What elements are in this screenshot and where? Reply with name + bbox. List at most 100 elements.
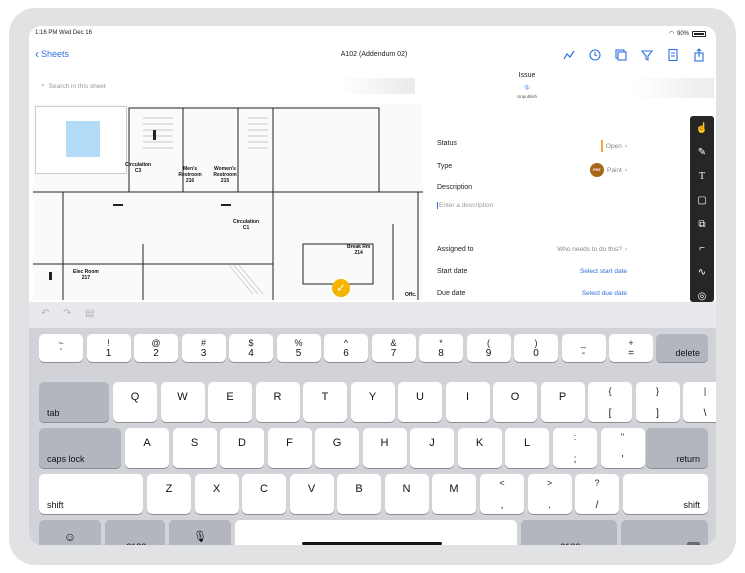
key-b[interactable]: B (337, 474, 381, 514)
tab-key[interactable]: tab (39, 382, 109, 422)
hide-keyboard-key[interactable]: ⌨ (621, 520, 708, 545)
assigned-value[interactable]: Who needs to do this? › (557, 246, 627, 253)
issue-pin-checkmark-icon[interactable]: ✓ (332, 279, 350, 297)
key-g[interactable]: G (315, 428, 359, 468)
key-top-label: ~ (58, 338, 64, 348)
callout-icon[interactable]: ⌐ (695, 242, 709, 256)
key-i[interactable]: I (445, 382, 490, 422)
shapes-icon[interactable]: ⧉ (695, 218, 709, 232)
start-date-value[interactable]: Select start date (580, 268, 627, 275)
key-u[interactable]: U (398, 382, 442, 422)
key-\[interactable]: | \ (683, 382, 716, 422)
key-p[interactable]: P (540, 382, 585, 422)
key-/[interactable]: ? / (575, 474, 619, 514)
type-value[interactable]: PNT Paint › (590, 163, 627, 177)
key-`[interactable]: ~ ` (39, 334, 83, 362)
key-y[interactable]: Y (350, 382, 395, 422)
key-,[interactable]: <, (480, 474, 524, 514)
key-3[interactable]: #3 (181, 334, 226, 362)
key-1[interactable]: ! 1 (86, 334, 131, 362)
plan-minimap[interactable] (35, 106, 127, 174)
key-[[interactable]: {[ (588, 382, 632, 422)
key-a[interactable]: A (125, 428, 169, 468)
issue-panel: Issue ⛗ Unpublish Status Open › Type PNT… (427, 70, 716, 302)
key-2[interactable]: @2 (134, 334, 178, 362)
key-;[interactable]: :; (553, 428, 597, 468)
key-8[interactable]: * 8 (419, 334, 463, 362)
redo-icon[interactable]: ↷ (63, 308, 71, 319)
unpublish-icon[interactable]: ⛗ (427, 83, 627, 93)
key-e[interactable]: E (208, 382, 252, 422)
chart-icon[interactable] (562, 48, 576, 62)
key-w[interactable]: W (160, 382, 205, 422)
tab-label: tab (47, 408, 60, 418)
key-h[interactable]: H (362, 428, 407, 468)
due-date-value[interactable]: Select due date (582, 290, 627, 297)
numbers-left-key[interactable]: .?123 (105, 520, 165, 545)
key-=[interactable]: + = (609, 334, 653, 362)
key-r[interactable]: R (255, 382, 300, 422)
freehand-icon[interactable]: ∿ (695, 266, 709, 280)
key-5[interactable]: % 5 (276, 334, 321, 362)
back-button[interactable]: ‹ Sheets (35, 48, 69, 60)
key-m[interactable]: M (432, 474, 476, 514)
key--[interactable]: _ - (561, 334, 606, 362)
key-q[interactable]: Q (113, 382, 157, 422)
pen-icon[interactable]: ✎ (695, 146, 709, 160)
key-n[interactable]: N (384, 474, 429, 514)
key-4[interactable]: $4 (229, 334, 273, 362)
key-f[interactable]: F (267, 428, 312, 468)
unpublish-label[interactable]: Unpublish (427, 94, 627, 99)
dictation-key[interactable]: 🎙 (169, 520, 231, 545)
key-j[interactable]: J (410, 428, 454, 468)
sheet-compare-icon[interactable] (666, 48, 680, 62)
undo-icon[interactable]: ↶ (41, 308, 49, 319)
delete-key[interactable]: delete (656, 334, 708, 362)
emoji-key[interactable]: ☺ (39, 520, 101, 545)
due-date-row[interactable]: Due date Select due date (437, 290, 627, 297)
key-k[interactable]: K (457, 428, 502, 468)
key-o[interactable]: O (493, 382, 537, 422)
key-x[interactable]: X (194, 474, 239, 514)
key-7[interactable]: & 7 (371, 334, 416, 362)
shift-right-key[interactable]: shift (623, 474, 708, 514)
hand-icon[interactable]: ☝ (695, 122, 709, 136)
key-][interactable]: }] (635, 382, 680, 422)
type-row[interactable]: Type PNT Paint › (437, 163, 627, 177)
text-icon[interactable]: T (695, 170, 709, 184)
key-v[interactable]: V (289, 474, 334, 514)
assigned-row[interactable]: Assigned to Who needs to do this? › (437, 246, 627, 253)
key-t[interactable]: T (303, 382, 347, 422)
filter-icon[interactable] (640, 48, 654, 62)
key-bottom-label: 5 (295, 348, 302, 359)
key-z[interactable]: Z (147, 474, 191, 514)
sheet-search[interactable]: ⌕ Search in this sheet (35, 78, 415, 94)
start-date-row[interactable]: Start date Select start date (437, 268, 627, 275)
key-0[interactable]: ) 0 (514, 334, 558, 362)
description-input[interactable]: Enter a description (437, 202, 493, 209)
return-key[interactable]: return (646, 428, 708, 468)
key-c[interactable]: C (242, 474, 286, 514)
share-icon[interactable] (692, 48, 706, 62)
layers-icon[interactable] (614, 48, 628, 62)
shift-left-key[interactable]: shift (39, 474, 143, 514)
key-6[interactable]: ^ 6 (324, 334, 368, 362)
clock-icon[interactable] (588, 48, 602, 62)
key-l[interactable]: L (505, 428, 549, 468)
status-row[interactable]: Status Open › (437, 140, 627, 152)
home-indicator (302, 542, 442, 545)
keyboard-hide-icon: ⌨ (687, 541, 700, 545)
rectangle-icon[interactable]: ▢ (695, 194, 709, 208)
key-'[interactable]: " ' (600, 428, 645, 468)
key-s[interactable]: S (172, 428, 217, 468)
numbers-right-key[interactable]: .?123 (521, 520, 617, 545)
room-label: Circulation C1 (233, 219, 260, 231)
key-.[interactable]: >. (527, 474, 572, 514)
key-d[interactable]: D (220, 428, 264, 468)
status-value[interactable]: Open › (600, 140, 627, 152)
floor-plan-canvas[interactable]: Circulation C3 Men's Restroom 216 Women's … (33, 104, 423, 300)
key-9[interactable]: (9 (466, 334, 511, 362)
key-label: D (238, 437, 246, 449)
paste-icon[interactable]: ▤ (85, 308, 94, 319)
caps-lock-key[interactable]: caps lock (39, 428, 121, 468)
